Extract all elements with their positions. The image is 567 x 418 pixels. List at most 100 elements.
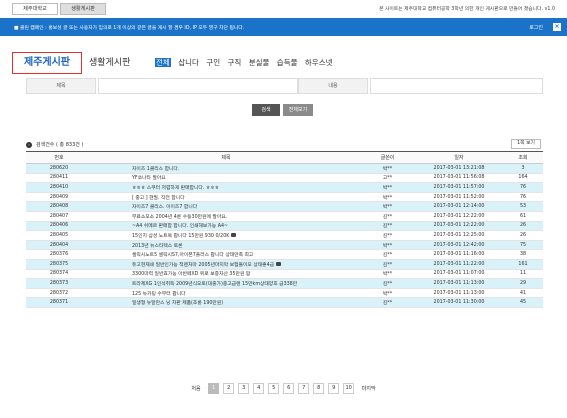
category-found[interactable]: 습득물	[277, 58, 298, 67]
post-author-text: 박**	[382, 291, 393, 297]
post-number-text: 280371	[49, 300, 69, 306]
page-link[interactable]: 5	[268, 383, 280, 394]
post-date: 2017-03-01 11:30:00	[415, 297, 503, 308]
post-views: 26	[503, 230, 543, 241]
search-row: 제목 내용	[26, 78, 543, 94]
post-number: 280410	[26, 182, 92, 193]
post-views: 75	[503, 240, 543, 251]
post-title-link[interactable]: 무료소포소 2004년 4륜 수동30만원에 팔아요.	[92, 211, 360, 222]
post-title-link[interactable]: YF쏘나타 팔아요	[92, 173, 360, 184]
login-link[interactable]: 로그인	[529, 24, 543, 31]
page-link[interactable]: 3	[238, 383, 250, 394]
board-title-life[interactable]: 생활게시판	[89, 55, 130, 68]
board-title-jeju[interactable]: 제주게시판	[12, 52, 82, 74]
post-number-text: 280408	[49, 204, 69, 210]
post-title-link[interactable]: 자이즈7 클리스. 이이즈7 합니다	[92, 201, 360, 212]
post-title-link[interactable]: 2013년 뉴스타텍스 토론	[92, 240, 360, 251]
title-input[interactable]	[98, 78, 298, 94]
table-row[interactable]: 280372 125 뉴카팅 수무터 팝니다 박** 2017-03-01 11:13…	[26, 288, 543, 299]
chevron-right-icon: ›	[26, 141, 32, 148]
page-link[interactable]: 4	[253, 383, 265, 394]
tab-jeju-university[interactable]: 제주대학교	[12, 3, 58, 15]
table-row[interactable]: 280409 [ 중고 ] 현필. 작전 합니다 박** 2017-03-01 11:…	[26, 192, 543, 203]
page-link[interactable]: 1	[208, 383, 220, 394]
result-count: › 검색건수 ( 총 833건 )	[26, 141, 83, 148]
post-date-text: 2017-03-01 12:25:00	[433, 232, 485, 238]
table-row[interactable]: 280373 트라제XG 1인석취득 2009년식오토(대출가)중고급렌 15만k…	[26, 278, 543, 289]
post-date: 2017-03-01 11:07:00	[415, 269, 503, 280]
category-all[interactable]: 전체	[155, 58, 171, 67]
category-lost[interactable]: 분실물	[249, 58, 270, 67]
table-row[interactable]: 280408 자이즈7 클리스. 이이즈7 합니다 박** 2017-03-01 12…	[26, 201, 543, 212]
post-author-text: 박**	[382, 166, 393, 172]
post-number: 280405	[26, 230, 92, 241]
post-title-link[interactable]: [ 중고 ] 현필. 작전 합니다	[92, 192, 360, 203]
page-link[interactable]: 6	[283, 383, 295, 394]
post-title-link[interactable]: 트라제XG 1인석취득 2009년식오토(대출가)중고급렌 15만km상태양호 …	[92, 278, 360, 289]
post-author: 박**	[360, 182, 415, 193]
category-buy[interactable]: 삽니다	[178, 58, 199, 67]
post-title-link[interactable]: ㅎㅎㅎ 스쿠터 저렴하게 판매합니다. ㅎㅎㅎ	[92, 182, 360, 193]
post-number: 280374	[26, 269, 92, 280]
post-title-link[interactable]: 일생형 뉴알만스 닝 차판 제품(초롱 190만원)	[92, 297, 360, 308]
post-title-link[interactable]: 듀고현재쇄 일반인가능 적렌처마 2005년마지막 보험들이오 상태좋4급	[92, 259, 360, 270]
view-all-button[interactable]: 전체보기	[283, 104, 313, 116]
header-date: 일자	[415, 151, 503, 164]
post-date-text: 2017-03-01 11:56:08	[433, 175, 485, 181]
post-title-link-text: 일생형 뉴알만스 닝 차판 제품(초롱 190만원)	[132, 301, 224, 307]
table-row[interactable]: 280620 자이즈 1클리스 합니다. 박** 2017-03-01 13:21:0…	[26, 163, 543, 174]
post-title-link[interactable]: 125 뉴카팅 수무터 팝니다	[92, 288, 360, 299]
close-icon[interactable]: ×	[553, 23, 561, 31]
first-page-link[interactable]: 처음	[191, 385, 200, 392]
post-date-text: 2017-03-01 12:14:00	[433, 204, 485, 210]
table-row[interactable]: 280371 일생형 뉴알만스 닝 차판 제품(초롱 190만원) 김** 2017-…	[26, 297, 543, 308]
post-views-text: 38	[519, 252, 527, 258]
post-title-link-text: 트라제XG 1인석취득 2009년식오토(대출가)중고급렌 15만km상태양호 …	[132, 281, 298, 287]
post-date-text: 2017-03-01 12:22:00	[433, 213, 485, 219]
tab-life-board[interactable]: 생활게시판	[60, 3, 106, 15]
table-row[interactable]: 280374 3300마력 일반효가능 아반떼XD 위로 보증자산 35만원 팜 박…	[26, 269, 543, 280]
category-housenet[interactable]: 하우스넷	[305, 58, 333, 67]
page-link[interactable]: 8	[313, 383, 325, 394]
post-date: 2017-03-01 11:22:00	[415, 259, 503, 270]
table-row[interactable]: 280404 2013년 뉴스타텍스 토론 박** 2017-03-01 12:42:…	[26, 240, 543, 251]
post-number-text: 280410	[49, 184, 69, 190]
category-hire[interactable]: 구인	[206, 58, 220, 67]
post-title-link[interactable]: 3300마력 일반효가능 아반떼XD 위로 보증자산 35만원 팜	[92, 269, 360, 280]
post-title-link[interactable]: 15인치 삼성 노트북 팝니다 15만원 930 0/20K	[92, 230, 360, 241]
post-number: 280620	[26, 163, 92, 174]
post-title-link-text: ㅎㅎㅎ 스쿠터 저렴하게 판매합니다. ㅎㅎㅎ	[132, 185, 220, 191]
post-author: 김**	[360, 278, 415, 289]
page-link[interactable]: 9	[328, 383, 340, 394]
search-button[interactable]: 검색	[252, 104, 280, 116]
table-row[interactable]: 280410 ㅎㅎㅎ 스쿠터 저렴하게 판매합니다. ㅎㅎㅎ 박** 2017-03-…	[26, 182, 543, 193]
table-row[interactable]: 280411 YF쏘나타 팔아요 고** 2017-03-01 11:56:08 164	[26, 173, 543, 184]
post-views: 53	[503, 201, 543, 212]
post-date: 2017-03-01 11:56:08	[415, 173, 503, 184]
notice-bar: ■ 클린 캠페인 : 홍보성 글 또는 사용자가 임의로 1개 이상의 같은 글…	[0, 18, 567, 36]
post-number-text: 280405	[49, 232, 69, 238]
post-author: 김**	[360, 230, 415, 241]
post-views-text: 75	[519, 242, 527, 248]
content-input[interactable]	[370, 78, 543, 94]
post-title-link[interactable]: 셀릭시노트5 셀릭시S7,아이폰7플러스 팝니다 상태만족 최고	[92, 249, 360, 260]
category-job[interactable]: 구직	[228, 58, 242, 67]
post-author: 김**	[360, 211, 415, 222]
post-views: 3	[503, 163, 543, 174]
table-row[interactable]: 280375 듀고현재쇄 일반인가능 적렌처마 2005년마지막 보험들이오 상태…	[26, 259, 543, 270]
page-link[interactable]: 10	[343, 383, 355, 394]
page-link[interactable]: 7	[298, 383, 310, 394]
post-number-text: 280409	[49, 194, 69, 200]
page-link[interactable]: 2	[223, 383, 235, 394]
table-row[interactable]: 280405 15인치 삼성 노트북 팝니다 15만원 930 0/20K 김** 2…	[26, 230, 543, 241]
post-title-link[interactable]: 자이즈 1클리스 합니다.	[92, 163, 360, 174]
table-row[interactable]: 280376 셀릭시노트5 셀릭시S7,아이폰7플러스 팝니다 상태만족 최고 김*…	[26, 249, 543, 260]
per-page-button[interactable]: 1쪽 보기	[511, 139, 541, 149]
post-date: 2017-03-01 11:13:00	[415, 288, 503, 299]
post-title-link[interactable]: ~A4 쉬메르 판매합 합니다. 인쇄해보가능 A4~	[92, 221, 360, 232]
table-row[interactable]: 280407 무료소포소 2004년 4륜 수동30만원에 팔아요. 김** 2017…	[26, 211, 543, 222]
last-page-link[interactable]: 마지막	[362, 385, 376, 392]
post-views: 45	[503, 297, 543, 308]
table-row[interactable]: 280406 ~A4 쉬메르 판매합 합니다. 인쇄해보가능 A4~ 김** 2017…	[26, 221, 543, 232]
post-title-link-text: [ 중고 ] 현필. 작전 합니다	[132, 195, 185, 201]
